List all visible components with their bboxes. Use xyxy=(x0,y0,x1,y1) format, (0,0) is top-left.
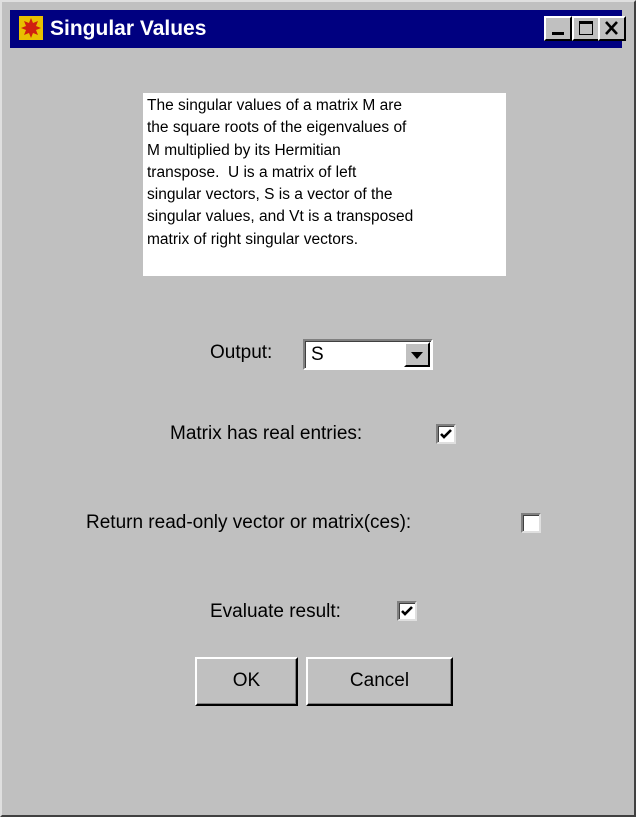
description-text: The singular values of a matrix M are th… xyxy=(143,93,506,276)
output-select[interactable]: S xyxy=(303,339,433,370)
read-only-checkbox[interactable] xyxy=(521,513,541,533)
evaluate-result-label: Evaluate result: xyxy=(210,601,341,622)
description-line: matrix of right singular vectors. xyxy=(147,230,359,248)
minimize-icon xyxy=(552,32,564,35)
output-label: Output: xyxy=(210,342,273,363)
description-line: the square roots of the eigenvalues of xyxy=(147,119,407,137)
real-entries-label: Matrix has real entries: xyxy=(170,423,363,444)
chevron-down-icon xyxy=(411,352,423,359)
description-line: singular values, and Vt is a transposed xyxy=(147,208,414,226)
output-dropdown-button[interactable] xyxy=(404,342,430,367)
window-title: Singular Values xyxy=(50,17,207,40)
checkmark-icon xyxy=(440,429,452,439)
read-only-label: Return read-only vector or matrix(ces): xyxy=(86,512,412,533)
description-line: singular vectors, S is a vector of the xyxy=(147,186,393,204)
output-select-value: S xyxy=(311,344,324,365)
close-icon xyxy=(605,21,618,35)
evaluate-result-checkbox[interactable] xyxy=(397,601,417,621)
dialog-window: Singular Values The singular values of a… xyxy=(0,0,636,817)
ok-button[interactable]: OK xyxy=(195,657,298,706)
minimize-button[interactable] xyxy=(544,16,572,41)
maple-leaf-icon[interactable] xyxy=(19,16,43,40)
real-entries-checkbox[interactable] xyxy=(436,424,456,444)
description-line: The singular values of a matrix M are xyxy=(147,97,402,114)
cancel-button[interactable]: Cancel xyxy=(306,657,453,706)
description-line: transpose. U is a matrix of left xyxy=(147,163,357,181)
title-bar[interactable]: Singular Values xyxy=(10,10,626,48)
close-button[interactable] xyxy=(598,16,626,41)
description-line: M multiplied by its Hermitian xyxy=(147,141,341,159)
checkmark-icon xyxy=(401,606,413,616)
maximize-icon xyxy=(579,21,593,35)
maximize-button[interactable] xyxy=(572,16,600,41)
